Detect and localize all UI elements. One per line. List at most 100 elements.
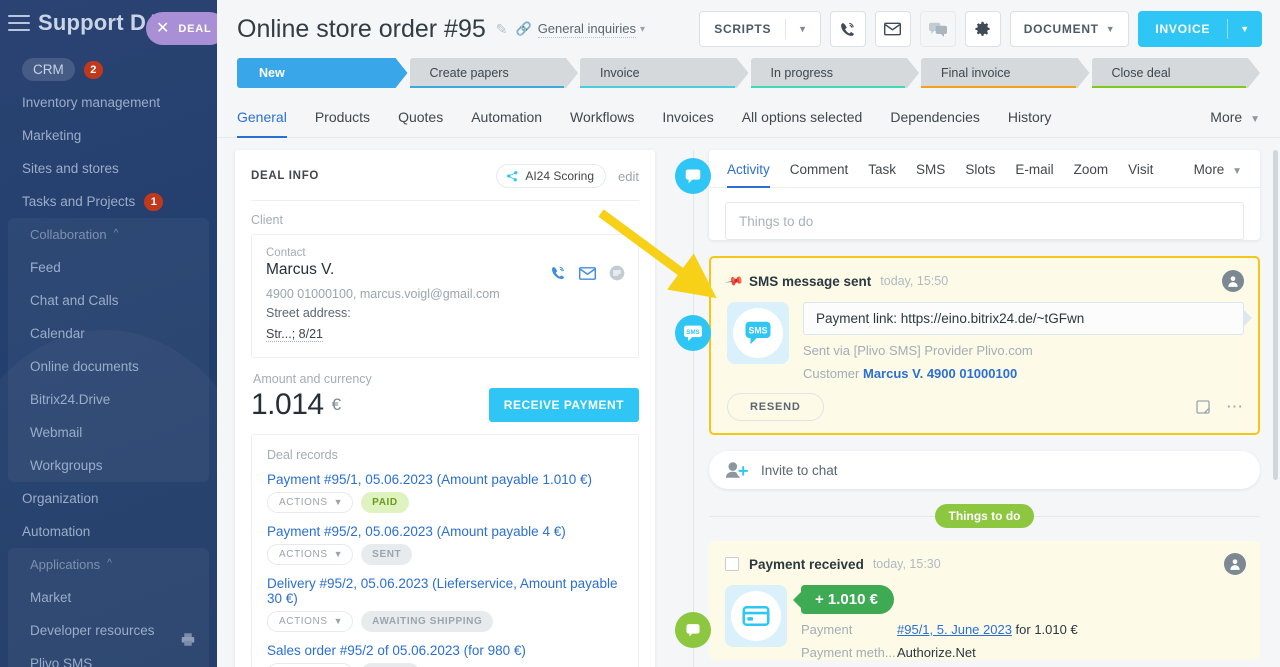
invite-to-chat-row[interactable]: Invite to chat — [709, 451, 1260, 489]
avatar[interactable] — [1224, 553, 1246, 575]
chat-button[interactable] — [919, 11, 956, 47]
stage-create-papers[interactable]: Create papers — [410, 58, 579, 88]
invoice-button[interactable]: INVOICE ▼ — [1138, 11, 1262, 47]
stage-invoice[interactable]: Invoice — [580, 58, 749, 88]
chevron-down-icon[interactable]: ▼ — [1106, 24, 1116, 34]
sidebar-item-marketing[interactable]: Marketing — [0, 119, 217, 152]
activity-tab-slots[interactable]: Slots — [965, 162, 995, 187]
chevron-down-icon[interactable]: ▼ — [334, 616, 344, 626]
sidebar-item-workgroups[interactable]: Workgroups — [8, 449, 209, 482]
record-actions-button[interactable]: ACTIONS ▼ — [267, 543, 354, 565]
sidebar-section-applications[interactable]: Applications ^ — [8, 548, 209, 581]
tab-products[interactable]: Products — [315, 109, 370, 137]
receive-payment-button[interactable]: RECEIVE PAYMENT — [488, 387, 639, 422]
tab-automation[interactable]: Automation — [471, 109, 542, 137]
close-icon[interactable]: ✕ — [156, 20, 169, 37]
chevron-down-icon[interactable]: ▼ — [334, 549, 344, 559]
complete-checkbox[interactable] — [725, 557, 739, 571]
sidebar-item-developer-resources[interactable]: Developer resources — [8, 614, 209, 647]
record-link[interactable]: Sales order #95/2 of 05.06.2023 (for 980… — [267, 643, 623, 658]
record-link[interactable]: Payment #95/1, 05.06.2023 (Amount payabl… — [267, 472, 623, 487]
street-address-value[interactable]: Str...; 8/21 — [266, 327, 323, 342]
record-actions-button[interactable]: ACTIONS ▼ — [267, 610, 354, 632]
edit-pencil-icon[interactable]: ✎ — [496, 21, 508, 38]
activity-tab-task[interactable]: Task — [868, 162, 896, 187]
note-icon[interactable] — [1195, 399, 1211, 415]
settings-button[interactable] — [964, 11, 1001, 47]
sidebar-item-sites-and-stores[interactable]: Sites and stores — [0, 152, 217, 185]
tab-quotes[interactable]: Quotes — [398, 109, 443, 137]
sidebar-item-plivo-sms[interactable]: Plivo SMS — [8, 647, 209, 667]
sidebar-item-online-documents[interactable]: Online documents — [8, 350, 209, 383]
sidebar-item-label: Online documents — [30, 359, 139, 374]
phone-icon[interactable] — [550, 265, 566, 281]
avatar[interactable] — [1222, 270, 1244, 292]
activity-tab-comment[interactable]: Comment — [790, 162, 849, 187]
chat-bubble-icon[interactable] — [609, 265, 625, 281]
sidebar-item-organization[interactable]: Organization — [0, 482, 217, 515]
stage-final-invoice[interactable]: Final invoice — [921, 58, 1090, 88]
activity-tabs-more-button[interactable]: More ▼ — [1194, 162, 1242, 187]
sidebar-section-collaboration[interactable]: Collaboration ^ — [8, 218, 209, 251]
chevron-down-icon[interactable]: ▼ — [334, 497, 344, 507]
chevron-down-icon[interactable]: ▼ — [786, 24, 820, 34]
pin-icon[interactable]: 📌 — [724, 271, 744, 291]
activity-tab-visit[interactable]: Visit — [1128, 162, 1153, 187]
activity-tab-sms[interactable]: SMS — [916, 162, 945, 187]
document-button[interactable]: DOCUMENT ▼ — [1009, 11, 1130, 47]
sidebar-item-chat-and-calls[interactable]: Chat and Calls — [8, 284, 209, 317]
tabs-more-button[interactable]: More ▼ — [1210, 109, 1260, 137]
phone-button[interactable] — [829, 11, 866, 47]
hamburger-menu-icon[interactable] — [8, 15, 30, 31]
record-link[interactable]: Payment #95/2, 05.06.2023 (Amount payabl… — [267, 524, 623, 539]
sidebar-item-bitrix24-drive[interactable]: Bitrix24.Drive — [8, 383, 209, 416]
record-actions-button[interactable]: ACTIONS ▼ — [267, 491, 354, 513]
tab-workflows[interactable]: Workflows — [570, 109, 634, 137]
tab-all-options-selected[interactable]: All options selected — [742, 109, 863, 137]
sidebar-item-calendar[interactable]: Calendar — [8, 317, 209, 350]
chevron-up-icon[interactable]: ^ — [114, 228, 119, 239]
chevron-up-icon[interactable]: ^ — [107, 558, 112, 569]
tab-history[interactable]: History — [1008, 109, 1052, 137]
chevron-down-icon[interactable]: ▾ — [640, 24, 645, 35]
todo-input[interactable]: Things to do — [725, 202, 1244, 240]
activity-tab-activity[interactable]: Activity — [727, 162, 770, 188]
sidebar-item-crm[interactable]: CRM 2 — [0, 53, 217, 86]
scripts-button[interactable]: SCRIPTS ▼ — [699, 11, 821, 47]
more-options-icon[interactable]: ⋯ — [1226, 398, 1244, 415]
tab-general[interactable]: General — [237, 109, 287, 138]
deal-info-edit-button[interactable]: edit — [618, 169, 639, 184]
sidebar-item-automation[interactable]: Automation — [0, 515, 217, 548]
stage-in-progress[interactable]: In progress — [751, 58, 920, 88]
tab-invoices[interactable]: Invoices — [662, 109, 713, 137]
chevron-down-icon[interactable]: ▼ — [1232, 166, 1242, 177]
record-link[interactable]: Delivery #95/2, 05.06.2023 (Lieferservic… — [267, 576, 623, 606]
network-nodes-icon — [507, 170, 518, 181]
vertical-scrollbar[interactable] — [1273, 150, 1278, 480]
sidebar-item-webmail[interactable]: Webmail — [8, 416, 209, 449]
sms-customer-value[interactable]: Marcus V. 4900 01000100 — [863, 366, 1017, 381]
stage-close-deal[interactable]: Close deal — [1092, 58, 1261, 88]
sidebar-item-label: Tasks and Projects — [22, 194, 136, 209]
chevron-down-icon[interactable]: ▼ — [1228, 24, 1262, 34]
sidebar-item-inventory-management[interactable]: Inventory management — [0, 86, 217, 119]
link-icon[interactable]: 🔗 — [516, 21, 532, 37]
stage-new[interactable]: New — [237, 58, 408, 88]
printer-icon[interactable] — [180, 632, 196, 647]
ai-scoring-chip[interactable]: AI24 Scoring — [496, 164, 607, 188]
deal-pill[interactable]: ✕ DEAL — [146, 12, 217, 45]
payment-link[interactable]: #95/1, 5. June 2023 — [897, 622, 1012, 637]
tab-dependencies[interactable]: Dependencies — [890, 109, 980, 137]
sidebar-item-market[interactable]: Market — [8, 581, 209, 614]
sidebar-item-tasks-and-projects[interactable]: Tasks and Projects 1 — [0, 185, 217, 218]
chevron-down-icon[interactable]: ▼ — [1250, 114, 1260, 125]
sidebar-item-label: Organization — [22, 491, 99, 506]
email-icon[interactable] — [579, 266, 596, 280]
sidebar-item-feed[interactable]: Feed — [8, 251, 209, 284]
activity-tab-zoom[interactable]: Zoom — [1074, 162, 1109, 187]
activity-tab-email[interactable]: E-mail — [1015, 162, 1053, 187]
record-actions-button[interactable]: ACTIONS ▼ — [267, 662, 354, 667]
email-button[interactable] — [874, 11, 911, 47]
deal-category[interactable]: General inquiries — [537, 21, 636, 38]
resend-button[interactable]: RESEND — [727, 393, 824, 421]
